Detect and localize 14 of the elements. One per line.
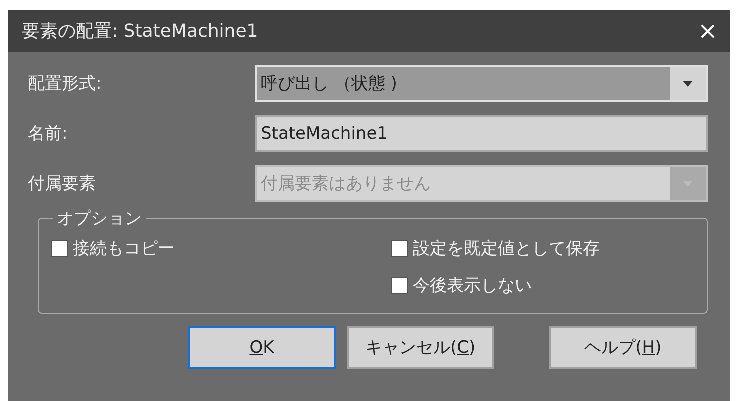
window-title: 要素の配置: StateMachine1 — [22, 20, 258, 43]
input-field[interactable]: StateMachine1 — [255, 115, 708, 152]
dropdown-arrow-icon[interactable] — [683, 80, 693, 86]
checkbox[interactable]: 設定を既定値として保存 — [391, 237, 600, 260]
dropdown-field[interactable]: 呼び出し （状態 ) — [255, 65, 708, 102]
checkbox[interactable]: 接続もコピー — [51, 237, 391, 260]
dialog-button[interactable]: OK — [188, 326, 336, 369]
field-label: 付属要素 — [28, 173, 97, 195]
checkbox[interactable]: 今後表示しない — [391, 274, 600, 297]
dialog-button[interactable]: キャンセル(C) — [346, 326, 494, 369]
close-button[interactable]: × — [694, 17, 722, 45]
field-label: 配置形式: — [28, 73, 103, 95]
field-label: 名前: — [28, 123, 69, 145]
dialog-button[interactable]: ヘルプ(H) — [549, 326, 697, 369]
